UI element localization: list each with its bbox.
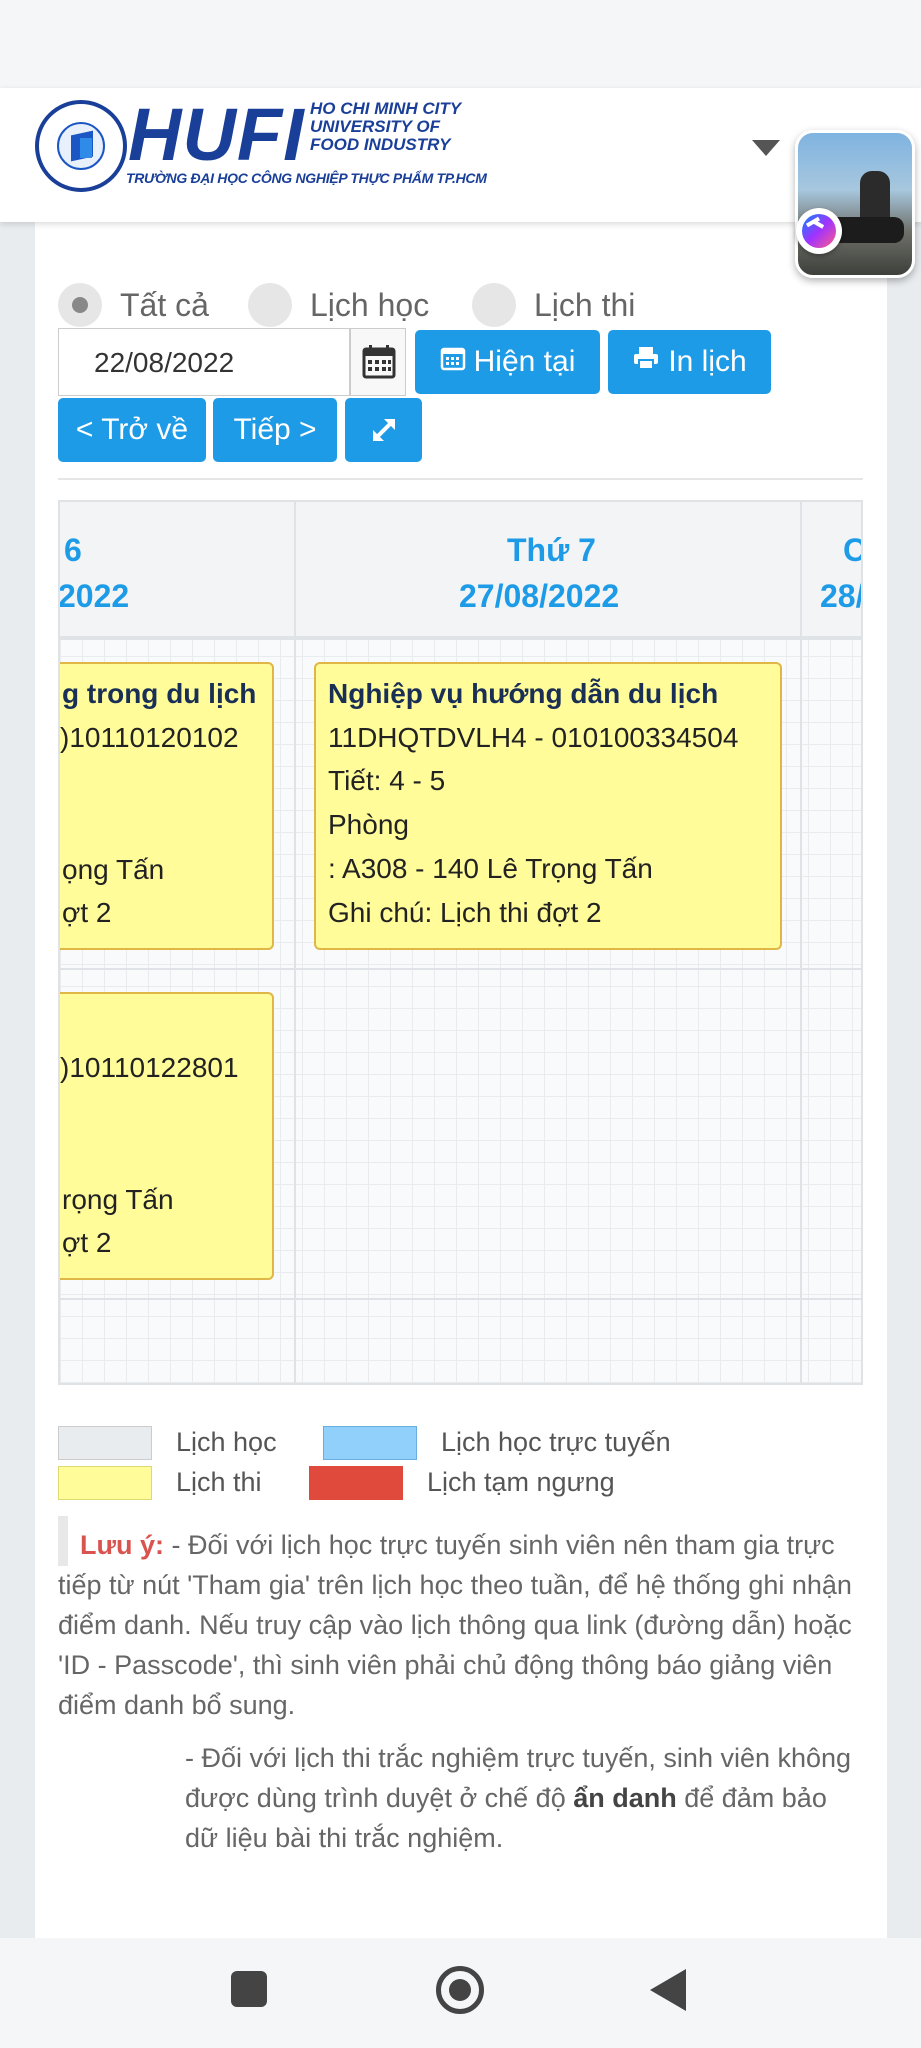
menu-dropdown-caret-icon[interactable] (752, 140, 780, 156)
column-saturday-date: 27/08/2022 (459, 578, 620, 614)
row-divider (60, 968, 861, 970)
cube-icon-side (80, 138, 92, 158)
fullscreen-button[interactable] (345, 398, 422, 462)
exam-event-card[interactable]: )10110122801 rọng Tấn ợt 2 (60, 992, 274, 1280)
event-room-label: Phòng (328, 809, 409, 840)
row-divider (60, 1298, 861, 1300)
event-code: )10110122801 (60, 1052, 239, 1083)
filter-class-label: Lịch học (310, 286, 430, 323)
logo-vietnamese-name: TRƯỜNG ĐẠI HỌC CÔNG NGHIỆP THỰC PHẨM TP.… (126, 170, 487, 186)
calendar-header (60, 502, 861, 640)
weekly-calendar: 6 2022 Thứ 7 27/08/2022 C 28/ g trong du… (58, 500, 863, 1385)
event-title: g trong du lịch (62, 678, 257, 709)
back-button[interactable]: < Trở về (58, 398, 206, 462)
filter-exam-label: Lịch thi (534, 286, 636, 323)
column-next-date: 28/ (820, 578, 863, 614)
column-prev-date: 2022 (58, 578, 130, 614)
radio-class[interactable] (248, 283, 292, 327)
print-button-label: In lịch (668, 345, 747, 378)
legend-class-swatch (58, 1426, 152, 1460)
home-icon[interactable] (436, 1966, 484, 2014)
filter-all-label: Tất cả (120, 286, 209, 323)
event-code: 11DHQTDVLH4 - 010100334504 (328, 722, 739, 753)
calendar-small-icon (440, 345, 466, 379)
column-divider (294, 502, 296, 1383)
event-room: : A308 - 140 Lê Trọng Tấn (328, 853, 653, 884)
site-header: HUFI HO CHI MINH CITY UNIVERSITY OF FOOD… (0, 88, 921, 222)
column-next-day: C (843, 532, 861, 569)
event-period: Tiết: 4 - 5 (328, 765, 446, 796)
print-button[interactable]: In lịch (608, 330, 771, 394)
filter-all[interactable]: Tất cả (58, 280, 209, 330)
seal-inner (57, 122, 105, 170)
legend-online-swatch (323, 1426, 417, 1460)
logo-city-line1: HO CHI MINH CITY (310, 99, 462, 118)
printer-icon (632, 345, 660, 379)
event-note: ợt 2 (62, 1227, 112, 1258)
exam-event-card[interactable]: Nghiệp vụ hướng dẫn du lịch 11DHQTDVLH4 … (314, 662, 782, 950)
calendar-icon (362, 345, 396, 379)
messenger-icon[interactable] (796, 208, 842, 254)
expand-icon (372, 419, 395, 441)
avatar[interactable] (795, 130, 915, 278)
date-input[interactable]: 22/08/2022 (58, 328, 350, 396)
separator (58, 478, 863, 480)
recent-apps-icon[interactable] (231, 1971, 267, 2007)
date-picker-button[interactable] (350, 328, 406, 396)
event-note: ợt 2 (62, 897, 112, 928)
legend-exam-swatch (58, 1466, 152, 1500)
filter-exam[interactable]: Lịch thi (472, 280, 635, 330)
note-label: Lưu ý: (80, 1530, 165, 1560)
logo-city-line2: UNIVERSITY OF (310, 117, 441, 136)
radio-exam[interactable] (472, 283, 516, 327)
event-note: Ghi chú: Lịch thi đợt 2 (328, 897, 602, 928)
note-paragraph-2: - Đối với lịch thi trắc nghiệm trực tuyế… (185, 1738, 865, 1858)
event-title: Nghiệp vụ hướng dẫn du lịch (328, 678, 719, 709)
column-divider (800, 502, 802, 1383)
next-button[interactable]: Tiếp > (213, 398, 337, 462)
event-code: )10110120102 (60, 722, 239, 753)
event-room: ọng Tấn (62, 854, 165, 885)
filter-class[interactable]: Lịch học (248, 280, 429, 330)
column-prev-day: 6 (64, 532, 82, 568)
legend-exam-label: Lịch thi (176, 1467, 262, 1497)
logo-city-line3: FOOD INDUSTRY (310, 135, 451, 154)
event-room: rọng Tấn (62, 1184, 174, 1215)
note-text-1: - Đối với lịch học trực tuyến sinh viên … (58, 1530, 852, 1720)
exam-event-card[interactable]: g trong du lịch )10110120102 ọng Tấn ợt … (60, 662, 274, 950)
status-bar (0, 0, 921, 88)
logo-wordmark[interactable]: HUFI (128, 98, 305, 172)
university-seal-logo[interactable] (35, 100, 127, 192)
now-button-label: Hiện tại (473, 345, 576, 378)
radio-all[interactable] (58, 283, 102, 327)
note-text-2-bold: ẩn danh (573, 1783, 677, 1813)
back-icon[interactable] (650, 1969, 686, 2011)
column-saturday-day: Thứ 7 (507, 532, 596, 568)
now-button[interactable]: Hiện tại (415, 330, 600, 394)
logo-english-name: HO CHI MINH CITY UNIVERSITY OF FOOD INDU… (310, 100, 461, 154)
legend-class-label: Lịch học (176, 1427, 277, 1457)
legend-suspended-swatch (309, 1466, 403, 1500)
legend-online-label: Lịch học trực tuyến (441, 1427, 671, 1457)
legend-suspended-label: Lịch tạm ngưng (427, 1467, 615, 1497)
note-paragraph-1: Lưu ý: - Đối với lịch học trực tuyến sin… (58, 1525, 868, 1725)
